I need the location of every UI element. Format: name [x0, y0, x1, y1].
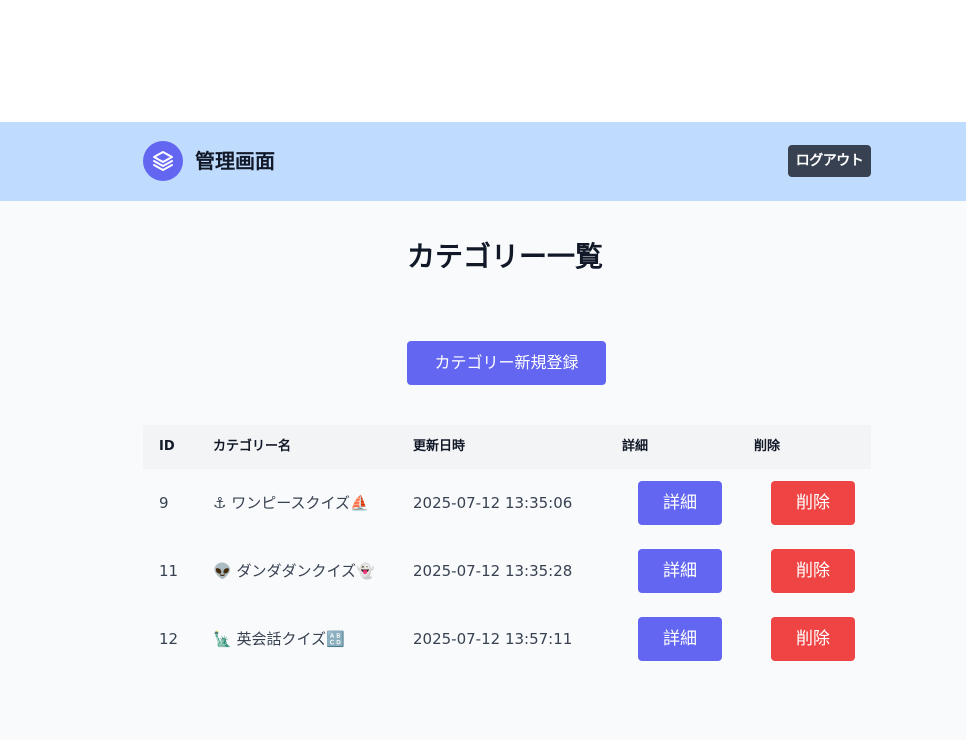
- row-id: 11: [159, 562, 179, 580]
- column-header-detail: 詳細: [622, 439, 649, 454]
- delete-button[interactable]: 削除: [771, 617, 855, 661]
- column-header-delete: 削除: [754, 439, 781, 454]
- page-title: カテゴリー一覧: [406, 240, 603, 273]
- row-id: 9: [159, 494, 169, 512]
- column-header-updated: 更新日時: [413, 439, 466, 454]
- detail-button[interactable]: 詳細: [638, 481, 722, 525]
- table-row: 9 ⚓ ワンピースクイズ⛵ 2025-07-12 13:35:06 詳細 削除: [143, 469, 871, 537]
- table-row: 12 🗽 英会話クイズ🔠 2025-07-12 13:57:11 詳細 削除: [143, 605, 871, 673]
- row-category-name: 👽 ダンダダンクイズ👻: [213, 562, 375, 580]
- app-header: 管理画面 ログアウト: [0, 122, 966, 201]
- detail-button[interactable]: 詳細: [638, 617, 722, 661]
- row-updated-at: 2025-07-12 13:35:06: [413, 494, 573, 512]
- detail-button[interactable]: 詳細: [638, 549, 722, 593]
- new-category-button[interactable]: カテゴリー新規登録: [407, 341, 606, 385]
- delete-button[interactable]: 削除: [771, 481, 855, 525]
- column-header-name: カテゴリー名: [213, 439, 292, 454]
- app-title: 管理画面: [195, 149, 275, 173]
- category-table: ID カテゴリー名 更新日時 詳細 削除 9 ⚓ ワンピースクイズ⛵ 2025-…: [143, 425, 871, 673]
- row-category-name: 🗽 英会話クイズ🔠: [213, 630, 345, 648]
- layers-icon: [153, 151, 173, 171]
- logout-button[interactable]: ログアウト: [788, 145, 871, 177]
- table-header: ID カテゴリー名 更新日時 詳細 削除: [143, 425, 871, 469]
- row-updated-at: 2025-07-12 13:57:11: [413, 630, 573, 648]
- row-id: 12: [159, 630, 179, 648]
- top-blank-area: [0, 0, 966, 122]
- row-category-name: ⚓ ワンピースクイズ⛵: [213, 494, 369, 512]
- logo: [143, 141, 183, 181]
- row-updated-at: 2025-07-12 13:35:28: [413, 562, 573, 580]
- table-row: 11 👽 ダンダダンクイズ👻 2025-07-12 13:35:28 詳細 削除: [143, 537, 871, 605]
- column-header-id: ID: [159, 439, 175, 454]
- delete-button[interactable]: 削除: [771, 549, 855, 593]
